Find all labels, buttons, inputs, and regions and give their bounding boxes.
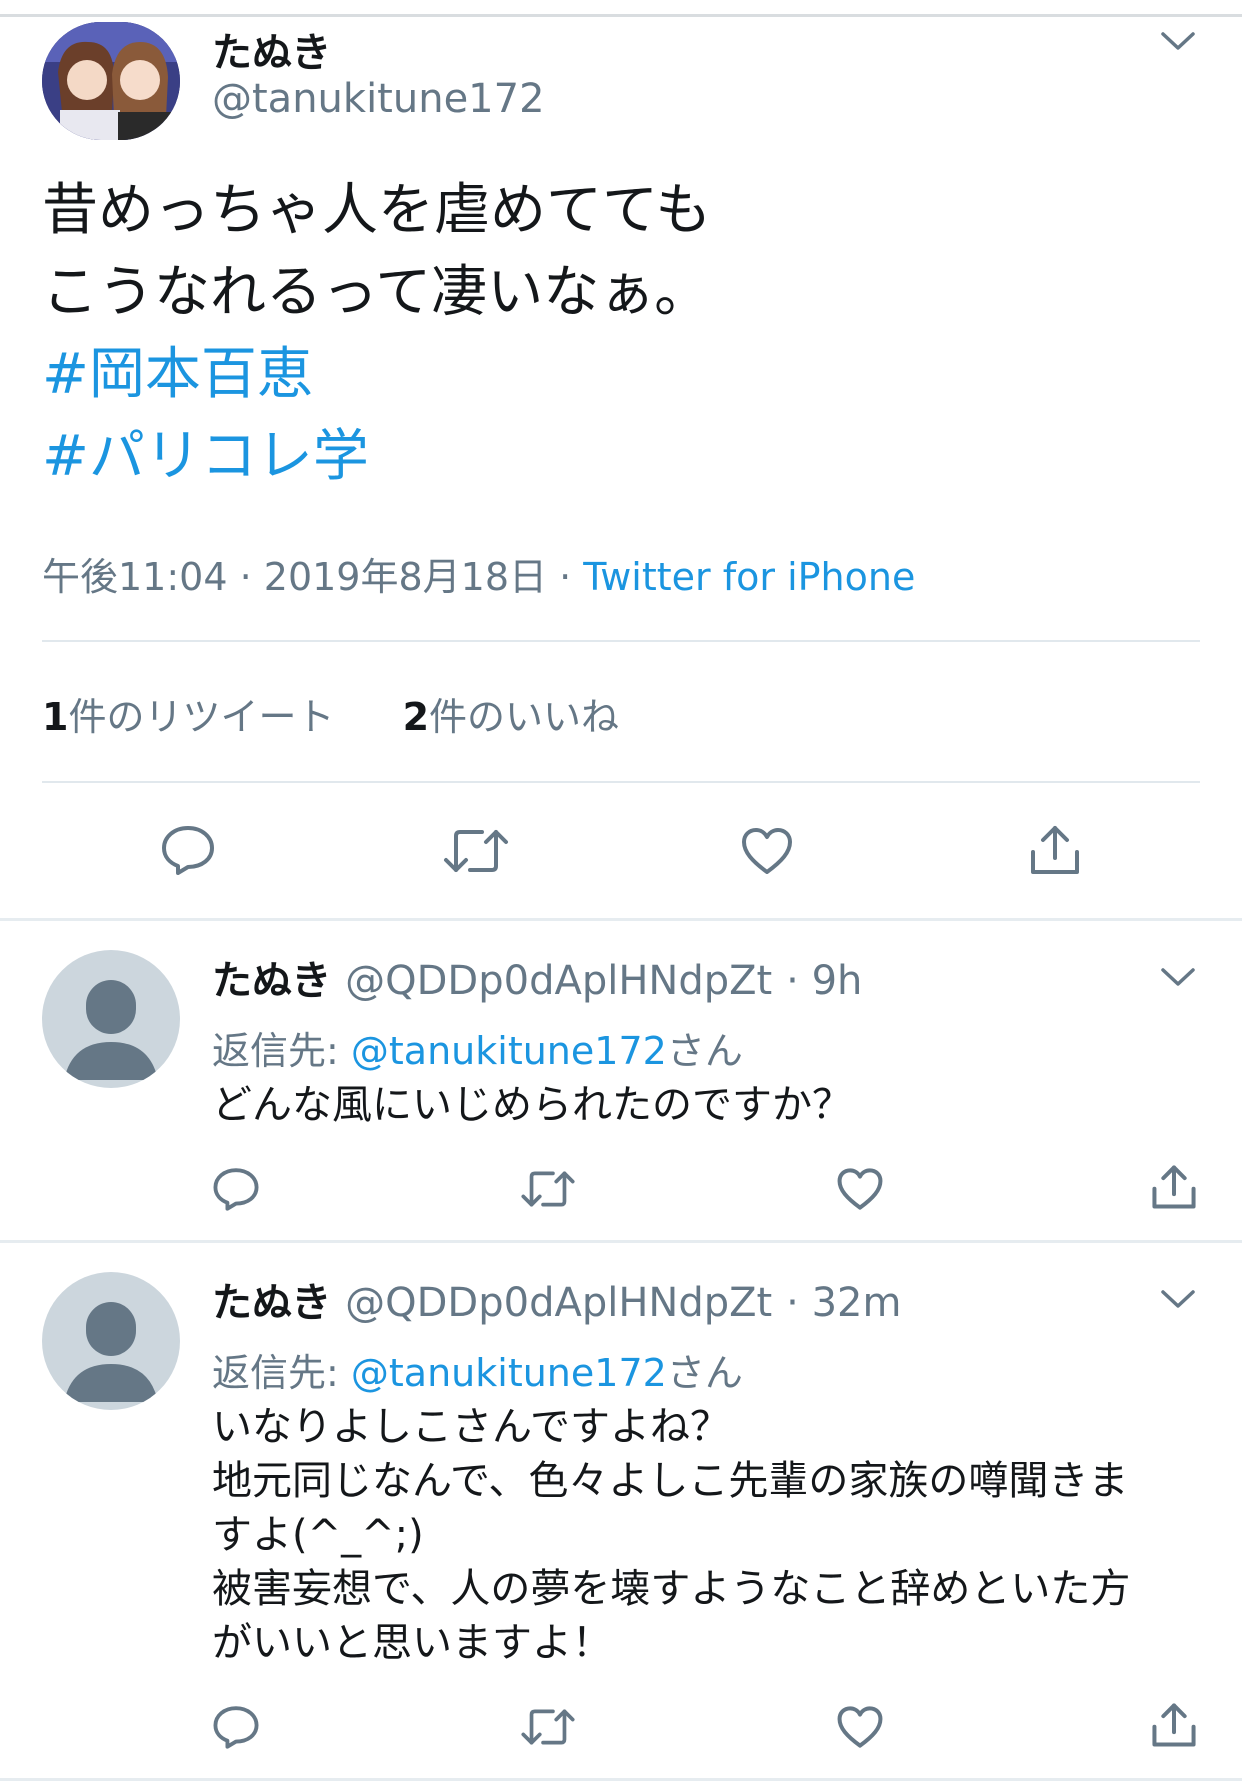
tweet-time: 午後11:04 [42,555,228,599]
display-name[interactable]: たぬき [212,20,331,78]
tweet-time: 32m [811,1280,902,1326]
mention-link[interactable]: @tanukitune172 [351,1029,667,1073]
meta-separator: · [559,555,584,599]
share-icon[interactable] [1150,1700,1198,1750]
retweet-icon[interactable] [520,1168,576,1210]
reply-header: たぬき @QDDp0dAplHNdpZt · 9h [212,948,862,1006]
reply-header: たぬき @QDDp0dAplHNdpZt · 32m [212,1270,901,1328]
tweet-text: 昔めっちゃ人を虐めてても こうなれるって凄いなぁ。 #岡本百恵 #パリコレ学 [42,170,711,498]
hashtag-link[interactable]: #パリコレ学 [42,416,711,498]
reply-text: いなりよしこさんですよね？ 地元同じなんで、色々よしこ先輩の家族の噂聞きま すよ… [212,1400,1130,1670]
retweet-label: 件のリツイート [68,695,335,739]
reply-text-line: 地元同じなんで、色々よしこ先輩の家族の噂聞きま [212,1458,1129,1504]
hashtag-link[interactable]: #岡本百恵 [42,334,711,416]
display-name[interactable]: たぬき [212,1280,331,1326]
default-avatar-icon [64,1302,158,1402]
reply-suffix: さん [666,1351,743,1395]
replying-to: 返信先: @tanukitune172さん [212,1342,743,1397]
retweet-count: 1 [42,695,69,739]
chevron-down-icon[interactable] [1160,30,1196,52]
tweet-metadata: 午後11:04 · 2019年8月18日 · Twitter for iPhon… [42,546,915,601]
retweet-icon[interactable] [442,826,510,876]
avatar-photo [42,22,180,140]
user-handle[interactable]: @QDDp0dAplHNdpZt [345,958,772,1004]
like-count: 2 [402,695,430,739]
reply-text-line: がいいと思いますよ！ [212,1620,612,1666]
heart-icon[interactable] [836,1704,884,1750]
engagement-stats: 1件のリツイート 2件のいいね [42,686,619,741]
reply-text-line: いなりよしこさんですよね？ [212,1404,730,1450]
reply-text: どんな風にいじめられたのですか？ [212,1078,852,1132]
tweet-date: 2019年8月18日 [263,555,548,599]
tweet-source-link[interactable]: Twitter for iPhone [583,555,915,599]
reply-text-line: 被害妄想で、人の夢を壊すようなこと辞めといた方 [212,1566,1131,1612]
reply-icon[interactable] [160,824,216,876]
meta-separator: · [786,958,812,1004]
tweet-time: 9h [811,958,863,1004]
share-icon[interactable] [1150,1162,1198,1212]
reply-suffix: さん [666,1029,743,1073]
user-handle[interactable]: @QDDp0dAplHNdpZt [345,1280,772,1326]
share-icon[interactable] [1028,822,1082,878]
chevron-down-icon[interactable] [1160,966,1196,988]
divider [42,640,1200,642]
user-handle[interactable]: @tanukitune172 [212,76,545,122]
divider [0,1778,1242,1781]
divider [0,918,1242,921]
top-border [0,14,1242,17]
tweet-text-line: こうなれるって凄いなぁ。 [42,260,711,325]
like-label: 件のいいね [429,695,620,739]
mention-link[interactable]: @tanukitune172 [351,1351,667,1395]
reply-prefix: 返信先: [212,1351,339,1395]
avatar[interactable] [42,1272,180,1410]
reply-icon[interactable] [212,1704,260,1750]
retweet-icon[interactable] [520,1706,576,1748]
reply-prefix: 返信先: [212,1029,339,1073]
reply-text-line: すよ(^_^;) [212,1512,424,1558]
meta-separator: · [239,555,264,599]
default-avatar-icon [64,980,158,1080]
tweet-text-line: 昔めっちゃ人を虐めてても [42,178,712,243]
avatar[interactable] [42,22,180,140]
display-name[interactable]: たぬき [212,958,331,1004]
heart-icon[interactable] [740,826,794,876]
heart-icon[interactable] [836,1166,884,1212]
retweet-stat[interactable]: 1件のリツイート [42,695,334,739]
reply-text-line: どんな風にいじめられたのですか？ [212,1082,852,1128]
like-stat[interactable]: 2件のいいね [403,695,619,739]
divider [42,781,1200,783]
meta-separator: · [786,1280,812,1326]
replying-to: 返信先: @tanukitune172さん [212,1020,743,1075]
avatar[interactable] [42,950,180,1088]
divider [0,1240,1242,1243]
reply-icon[interactable] [212,1166,260,1212]
chevron-down-icon[interactable] [1160,1288,1196,1310]
